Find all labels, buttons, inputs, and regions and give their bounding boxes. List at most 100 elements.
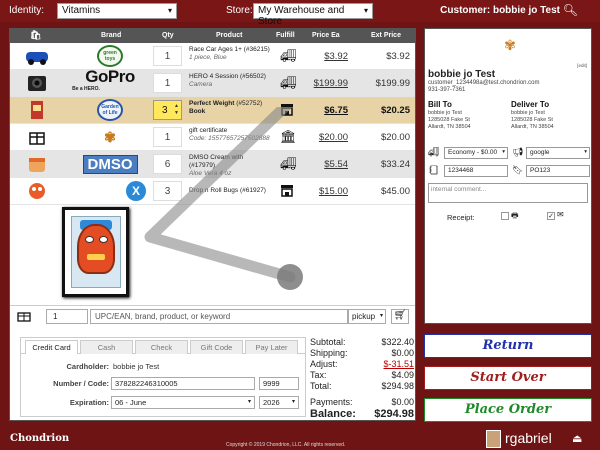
table-row[interactable]: GoPro Be a HERO. 1 HERO 4 Session (#5650… [10, 67, 415, 97]
image-detail [85, 236, 94, 243]
product-variant: Camera [189, 81, 213, 88]
product-variant: 1 piece, Blue [189, 54, 227, 61]
adjust-value[interactable]: $-31.51 [383, 359, 414, 369]
customer-phone: 931-397-7361 [428, 87, 466, 93]
total-label: Total: [310, 381, 332, 391]
header-qty: Qty [162, 32, 174, 39]
return-button[interactable]: Return [424, 334, 592, 358]
brand-name: GoPro [85, 67, 135, 86]
chevron-down-icon: ▾ [379, 313, 383, 319]
address-line: bobbie jo Test [511, 110, 545, 116]
card-number-label: Number / Code: [53, 379, 109, 388]
ext-price: $33.24 [380, 159, 410, 170]
gift-icon[interactable] [16, 310, 32, 324]
product-thumbnail [24, 73, 50, 93]
bill-to-address[interactable]: Bill To bobbie jo Test 1285028 Fake St A… [428, 100, 471, 131]
balance-label: Balance: [310, 408, 356, 420]
po-field[interactable]: PO123 [526, 165, 590, 177]
tab-pay-later[interactable]: Pay Later [245, 340, 298, 354]
printer-icon: 🖶︎ [511, 211, 519, 220]
internal-comment-field[interactable]: internal comment... [428, 183, 588, 203]
shipping-method-select[interactable]: Economy - $0.00 ▾ [444, 147, 508, 159]
subtotal-value: $322.40 [381, 337, 414, 347]
eject-icon[interactable]: ⏏ [572, 432, 582, 445]
image-detail [99, 236, 108, 243]
exp-year-value: 2026 [263, 398, 280, 407]
customer-name: Customer: bobbie jo Test [440, 5, 560, 16]
quantity-field[interactable]: 1 [153, 46, 182, 66]
add-to-cart-icon[interactable]: 🛒︎ [391, 309, 409, 324]
exp-month-select[interactable]: 06 - June ▾ [111, 396, 255, 409]
top-bar: Identity: Vitamins ▾ Store: My Warehouse… [0, 0, 600, 27]
product-description[interactable]: HERO 4 Session (#56502) Camera [189, 73, 271, 89]
ext-price: $199.99 [375, 78, 410, 89]
identity-select[interactable]: Vitamins ▾ [57, 3, 177, 19]
payment-tabs: Credit Card Cash Check Gift Code Pay Lat… [21, 338, 305, 354]
store-select[interactable]: My Warehouse and Store ▾ [253, 3, 373, 27]
order-totals: Subtotal: $322.40 Shipping: $0.00 Adjust: $… [310, 337, 414, 421]
brand-logo: Chondrion [10, 433, 70, 444]
header-ext-price: Ext Price [371, 32, 401, 39]
tab-cash[interactable]: Cash [80, 340, 133, 354]
fulfill-select[interactable]: pickup ▾ [348, 309, 386, 324]
card-number-field[interactable]: 378282246310005 [111, 377, 255, 390]
header-price-ea: Price Ea [312, 32, 340, 39]
tab-credit-card[interactable]: Credit Card [25, 340, 78, 354]
megaphone-icon: 📢︎ [512, 147, 524, 157]
phone-field[interactable]: 1234468 [444, 165, 508, 177]
card-code-field[interactable]: 9999 [259, 377, 299, 390]
bill-to-label: Bill To [428, 100, 452, 109]
search-icon[interactable]: 🔍︎ [563, 3, 578, 17]
customer-name: bobbie jo Test [428, 69, 496, 80]
customer-email: customer_1234498a@test.chondrion.com [428, 80, 540, 86]
price-each[interactable]: $3.92 [306, 51, 348, 62]
shipping-row: Shipping: $0.00 [310, 348, 414, 359]
place-order-button[interactable]: Place Order [424, 398, 592, 422]
balance-value: $294.98 [374, 408, 414, 420]
table-row[interactable]: green toys 1 Race Car Ages 1+ (#36215) 1… [10, 43, 415, 70]
brand-name: green toys [97, 45, 123, 67]
identity-value: Vitamins [62, 5, 101, 16]
product-thumbnail [24, 46, 50, 66]
email-receipt-checkbox[interactable]: ✓ [547, 212, 555, 220]
referral-value: google [530, 149, 550, 156]
username[interactable]: rgabriel [505, 430, 552, 446]
brand-name: Garden of Life [97, 99, 123, 121]
customer-panel: ✾ [edit] bobbie jo Test customer_1234498… [424, 28, 592, 324]
start-over-button[interactable]: Start Over [424, 366, 592, 390]
deliver-to-address[interactable]: Deliver To bobbie jo Test 1285028 Fake S… [511, 100, 554, 131]
edit-customer-link[interactable]: [edit] [577, 63, 587, 68]
tax-row: Tax: $4.09 [310, 370, 414, 381]
total-row: Total: $294.98 [310, 381, 414, 392]
referral-select[interactable]: google ▾ [526, 147, 590, 159]
header-product: Product [216, 32, 243, 39]
avatar[interactable] [486, 430, 501, 448]
ext-price: $3.92 [386, 51, 410, 62]
product-sku: (#52752) [236, 100, 263, 107]
adjust-row: Adjust: $-31.51 [310, 359, 414, 370]
product-sku: (#36215) [243, 46, 270, 53]
price-each[interactable]: $199.99 [306, 78, 348, 89]
quantity-field[interactable]: 1 [153, 73, 182, 93]
truck-icon[interactable]: 🚚︎ [280, 49, 297, 63]
brand-tagline: Be a HERO. [72, 86, 100, 92]
store-value: My Warehouse and Store [258, 5, 345, 27]
add-item-bar: 1 UPC/EAN, brand, product, or keyword pi… [10, 305, 415, 329]
add-qty-input[interactable]: 1 [46, 309, 88, 324]
address-line: 1285028 Fake St [428, 117, 470, 123]
adjust-label: Adjust: [310, 359, 338, 369]
tab-check[interactable]: Check [135, 340, 188, 354]
fulfill-value: pickup [352, 312, 376, 321]
identity-label: Identity: [9, 5, 45, 16]
cart-panel: 🛍︎ Brand Qty Product Fulfill Price Ea Ex… [9, 28, 416, 421]
tab-gift-code[interactable]: Gift Code [190, 340, 243, 354]
truck-icon[interactable]: 🚚︎ [280, 76, 297, 90]
footer: Chondrion Copyright © 2019 Chondrion, LL… [0, 428, 600, 450]
product-description[interactable]: Race Car Ages 1+ (#36215) 1 piece, Blue [189, 46, 271, 62]
cart-header: 🛍︎ Brand Qty Product Fulfill Price Ea Ex… [10, 29, 415, 43]
print-receipt-checkbox[interactable] [501, 212, 509, 220]
tax-value: $4.09 [391, 370, 414, 380]
product-search-input[interactable]: UPC/EAN, brand, product, or keyword [90, 309, 348, 324]
exp-year-select[interactable]: 2026 ▾ [259, 396, 299, 409]
exp-month-value: 06 - June [115, 398, 147, 407]
